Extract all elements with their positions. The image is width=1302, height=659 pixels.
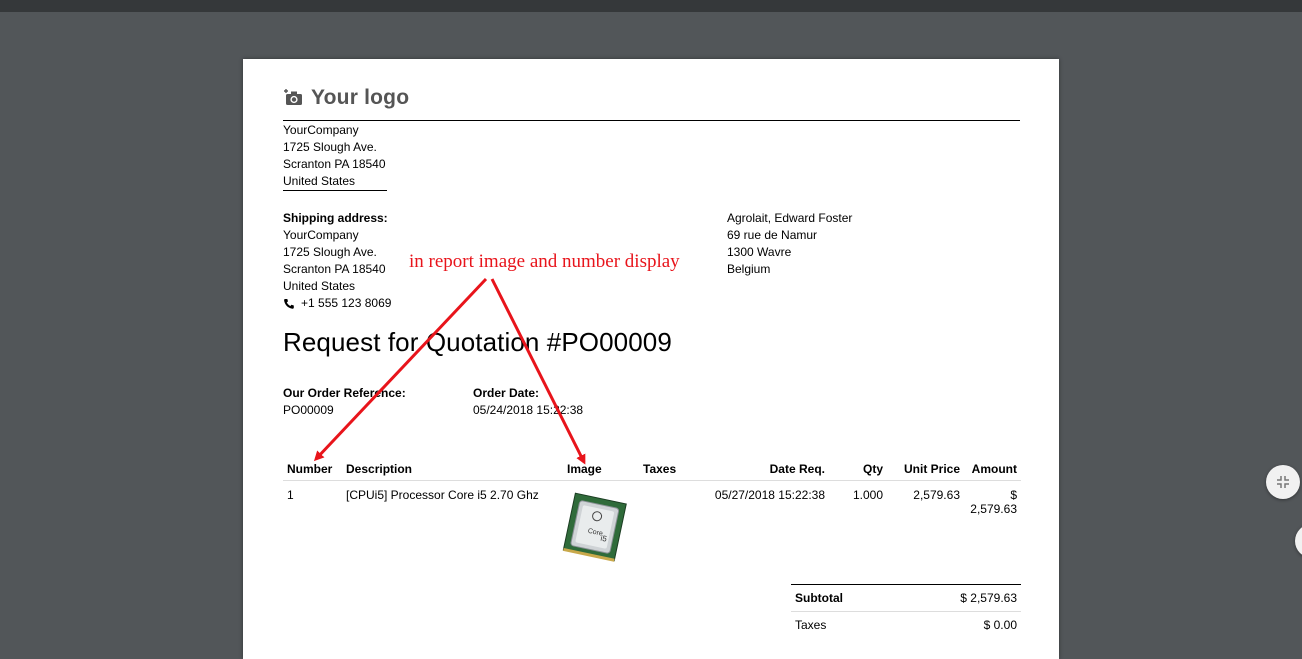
annotation-arrows [313, 277, 586, 465]
arrow-to-image [490, 278, 586, 465]
arrow-to-number [313, 277, 488, 462]
collapse-icon [1277, 476, 1289, 488]
fit-page-button[interactable] [1266, 465, 1300, 499]
